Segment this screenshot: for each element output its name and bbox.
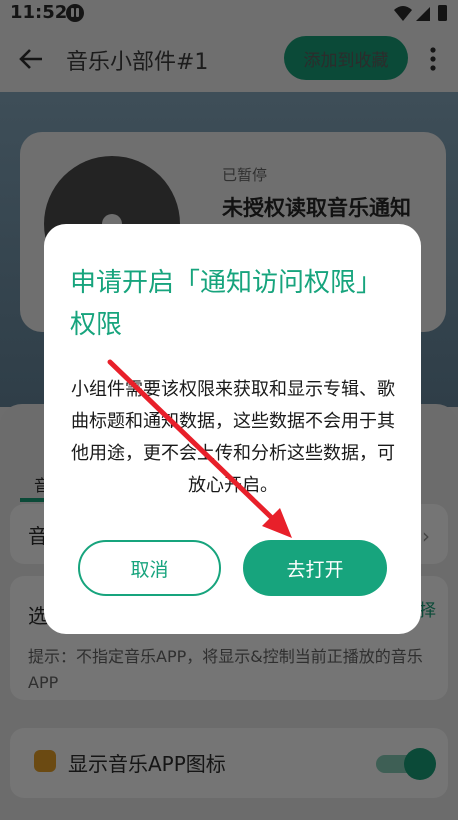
song-title: 未授权读取音乐通知 [222, 196, 411, 220]
dialog-title: 申请开启「通知访问权限」权限 [70, 268, 383, 340]
status-bar: 11:52 [0, 0, 458, 26]
app-icon [34, 750, 56, 772]
page-title: 音乐小部件#1 [66, 50, 209, 75]
signal-icon [416, 7, 430, 21]
select-action[interactable]: 择 [419, 596, 436, 621]
more-vert-icon[interactable] [428, 44, 438, 74]
playback-status: 已暂停 [222, 166, 268, 184]
toggle-knob [404, 748, 436, 780]
cancel-button[interactable]: 取消 [78, 540, 221, 596]
wifi-icon [394, 6, 412, 21]
add-to-favorites-button[interactable]: 添加到收藏 [284, 36, 408, 80]
app-bar: 音乐小部件#1 添加到收藏 [0, 26, 458, 92]
battery-icon [438, 5, 447, 21]
status-icons [394, 5, 447, 21]
row-label: 显示音乐APP图标 [68, 752, 226, 776]
notification-app-icon [66, 4, 84, 22]
hint-text: 提示：不指定音乐APP，将显示&控制当前正播放的音乐APP [28, 647, 423, 692]
dialog-message: 小组件需要该权限来获取和显示专辑、歌曲标题和通知数据，这些数据不会用于其他用途，… [71, 379, 395, 496]
status-time: 11:52 [10, 2, 68, 23]
permission-dialog: 申请开启「通知访问权限」权限 小组件需要该权限来获取和显示专辑、歌曲标题和通知数… [44, 224, 421, 634]
go-open-button[interactable]: 去打开 [243, 540, 387, 596]
show-app-icon-row: 显示音乐APP图标 [10, 728, 448, 798]
show-app-icon-toggle[interactable] [376, 748, 436, 780]
chevron-right-icon: › [422, 524, 430, 548]
back-arrow-icon[interactable] [16, 44, 46, 74]
